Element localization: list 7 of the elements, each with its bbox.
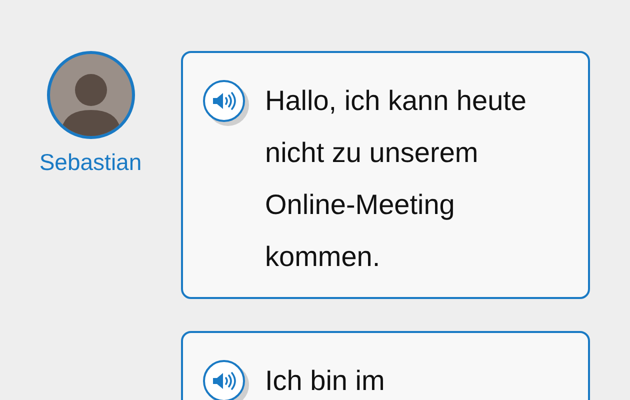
sender-name: Sebastian bbox=[39, 148, 142, 177]
message-text: Hallo, ich kann heute nicht zu unserem Online-Meeting kommen. bbox=[265, 84, 528, 274]
speaker-icon bbox=[212, 91, 236, 111]
speaker-button[interactable] bbox=[203, 80, 245, 122]
message-text: Ich bin im bbox=[265, 364, 385, 398]
speaker-icon bbox=[212, 371, 236, 391]
speaker-button[interactable] bbox=[203, 360, 245, 400]
